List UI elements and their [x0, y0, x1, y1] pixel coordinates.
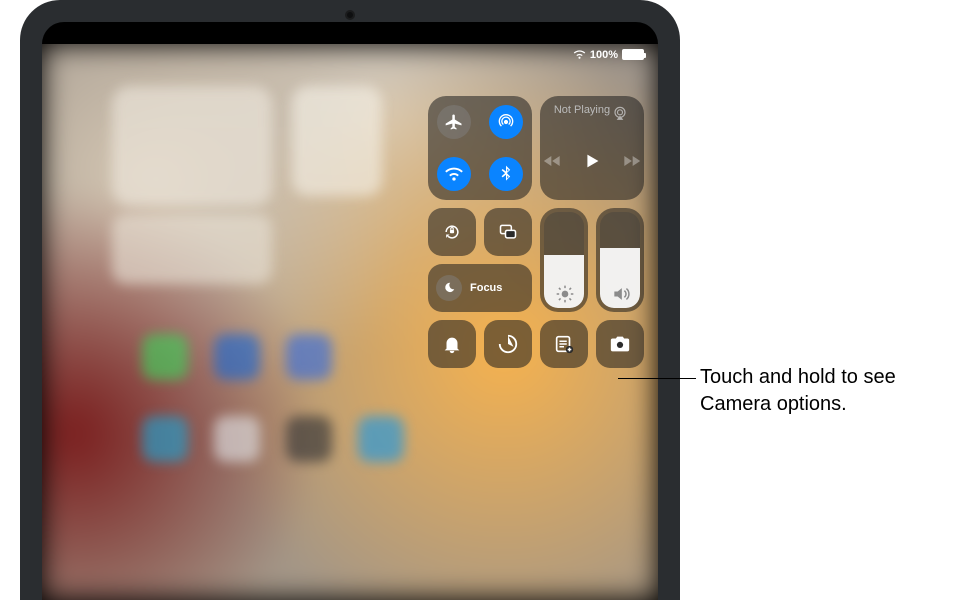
media-tile[interactable]: Not Playing — [540, 96, 644, 200]
wifi-icon — [573, 48, 586, 61]
airplay-icon — [610, 104, 630, 124]
camera-button[interactable] — [596, 320, 644, 368]
camera-icon — [609, 333, 631, 355]
focus-button[interactable]: Focus — [428, 264, 532, 312]
bg-widget — [112, 214, 272, 284]
bg-icon — [214, 334, 260, 380]
callout-text: Touch and hold to see Camera options. — [700, 364, 950, 418]
airplane-icon — [444, 112, 464, 132]
device-bezel: 100% — [42, 22, 658, 600]
bg-icon — [214, 416, 260, 462]
note-add-icon — [553, 333, 575, 355]
now-playing-label: Not Playing — [554, 104, 610, 117]
focus-label: Focus — [470, 282, 502, 294]
volume-slider[interactable] — [596, 208, 644, 312]
play-button[interactable] — [581, 150, 603, 172]
bg-widget — [112, 86, 272, 206]
front-camera-dot — [345, 10, 355, 20]
device-frame: 100% — [20, 0, 680, 600]
brightness-slider[interactable] — [540, 208, 588, 312]
moon-icon — [442, 281, 456, 295]
bell-icon — [441, 333, 463, 355]
wifi-icon — [444, 164, 464, 184]
volume-icon — [611, 284, 629, 302]
battery-icon — [622, 49, 644, 60]
bg-widget — [292, 86, 382, 196]
previous-track-button[interactable] — [543, 151, 563, 171]
notes-quick-button[interactable] — [540, 320, 588, 368]
connectivity-tile[interactable] — [428, 96, 532, 200]
timer-icon — [497, 333, 519, 355]
bg-icon — [286, 416, 332, 462]
status-bar: 100% — [573, 48, 644, 61]
callout-leader-line — [618, 378, 696, 379]
brightness-icon — [555, 284, 573, 302]
wifi-toggle[interactable] — [437, 157, 471, 191]
control-center: Not Playing — [428, 96, 644, 368]
rotation-lock-icon — [442, 222, 462, 242]
focus-circle — [436, 275, 462, 301]
bg-icon — [142, 334, 188, 380]
bluetooth-toggle[interactable] — [489, 157, 523, 191]
screen-mirroring-button[interactable] — [484, 208, 532, 256]
timer-button[interactable] — [484, 320, 532, 368]
battery-percent: 100% — [590, 49, 618, 61]
bluetooth-icon — [496, 164, 516, 184]
airdrop-toggle[interactable] — [489, 105, 523, 139]
screen: 100% — [42, 44, 658, 600]
airplane-mode-toggle[interactable] — [437, 105, 471, 139]
silent-mode-toggle[interactable] — [428, 320, 476, 368]
airdrop-icon — [496, 112, 516, 132]
bg-icon — [142, 416, 188, 462]
screen-mirroring-icon — [498, 222, 518, 242]
rotation-lock-toggle[interactable] — [428, 208, 476, 256]
next-track-button[interactable] — [621, 151, 641, 171]
bg-icon — [286, 334, 332, 380]
bg-icon — [358, 416, 404, 462]
